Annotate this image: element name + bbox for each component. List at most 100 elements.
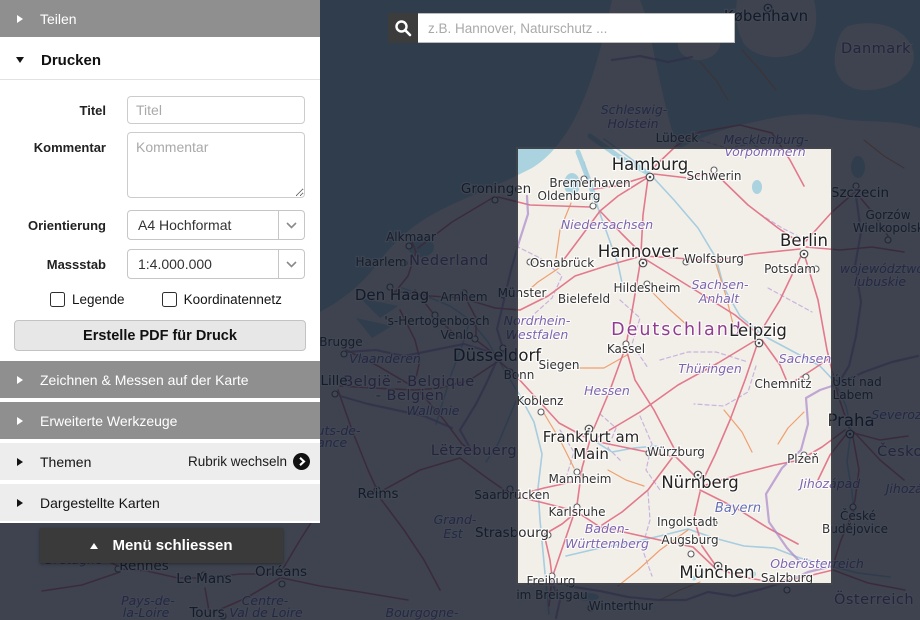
svg-text:Deutschland: Deutschland xyxy=(611,320,743,340)
svg-text:Karlsruhe: Karlsruhe xyxy=(548,505,605,519)
svg-text:Lübeck: Lübeck xyxy=(656,131,699,145)
svg-text:Potsdam: Potsdam xyxy=(764,262,816,276)
orientierung-select[interactable]: A4 Hochformat xyxy=(127,210,305,240)
sidebar-item-themen[interactable]: Themen Rubrik wechseln xyxy=(0,443,320,480)
svg-text:Est: Est xyxy=(443,526,463,541)
svg-text:Osnabrück: Osnabrück xyxy=(530,256,594,270)
svg-text:Kassel: Kassel xyxy=(607,342,645,356)
svg-text:im Breisgau: im Breisgau xyxy=(516,588,587,602)
svg-text:Le Mans: Le Mans xyxy=(176,571,231,587)
svg-text:Arnhem: Arnhem xyxy=(440,290,487,304)
chevron-down-icon xyxy=(278,211,304,239)
circle-arrow-right-icon xyxy=(293,453,310,470)
chevron-right-icon xyxy=(17,458,23,466)
menu-close-button[interactable]: Menü schliessen xyxy=(40,528,283,563)
create-pdf-button[interactable]: Erstelle PDF für Druck xyxy=(14,320,306,351)
svg-text:Severozápad: Severozápad xyxy=(871,407,920,422)
svg-text:- Belgien: - Belgien xyxy=(376,388,445,404)
legende-checkbox[interactable] xyxy=(50,292,65,307)
svg-text:Sachsen: Sachsen xyxy=(779,351,832,366)
svg-text:Bonn: Bonn xyxy=(504,368,535,382)
koordinatennetz-label: Koordinatennetz xyxy=(184,292,282,307)
svg-text:Venlo: Venlo xyxy=(441,328,474,342)
svg-text:Leipzig: Leipzig xyxy=(729,321,787,340)
search-button[interactable] xyxy=(388,13,418,43)
svg-text:Bielefeld: Bielefeld xyxy=(558,292,610,306)
svg-text:Tours: Tours xyxy=(188,605,224,620)
svg-text:Schleswig-: Schleswig- xyxy=(601,102,668,117)
search-input[interactable] xyxy=(418,13,735,43)
massstab-select[interactable]: 1:4.000.000 xyxy=(127,249,305,279)
drucken-label: Drucken xyxy=(41,52,101,69)
chevron-right-icon xyxy=(17,499,23,507)
svg-text:Hamburg: Hamburg xyxy=(612,155,689,174)
sidebar-panel: Teilen Drucken Titel Kommentar Orientier… xyxy=(0,0,320,523)
svg-text:Gorzów: Gorzów xyxy=(865,208,910,222)
svg-text:Siegen: Siegen xyxy=(539,358,580,372)
orientierung-value: A4 Hochformat xyxy=(128,217,278,233)
search-icon xyxy=(392,17,414,39)
svg-text:Orléans: Orléans xyxy=(255,564,307,580)
svg-text:Bourgogne-: Bourgogne- xyxy=(386,605,459,620)
svg-text:Holstein: Holstein xyxy=(607,116,658,131)
svg-text:lubuskie: lubuskie xyxy=(854,274,906,289)
svg-text:Nederland: Nederland xyxy=(409,253,489,269)
zeichnen-label: Zeichnen & Messen auf der Karte xyxy=(40,372,249,388)
chevron-right-icon xyxy=(17,417,23,425)
svg-text:Ingolstadt: Ingolstadt xyxy=(657,515,717,529)
svg-text:Frankfurt am: Frankfurt am xyxy=(543,428,640,446)
svg-text:Niedersachsen: Niedersachsen xyxy=(561,217,653,232)
svg-text:'s-Hertogenbosch: 's-Hertogenbosch xyxy=(384,314,489,328)
kommentar-textarea[interactable] xyxy=(127,132,305,198)
svg-text:København: København xyxy=(724,7,808,25)
chevron-right-icon xyxy=(17,376,23,384)
koordinatennetz-checkbox-group[interactable]: Koordinatennetz xyxy=(162,292,282,307)
svg-text:Schwerin: Schwerin xyxy=(687,169,742,183)
svg-text:Thüringen: Thüringen xyxy=(678,361,742,376)
titel-input[interactable] xyxy=(127,96,305,124)
print-form: Titel Kommentar Orientierung A4 Hochform… xyxy=(0,80,320,351)
svg-text:Oberösterreich: Oberösterreich xyxy=(770,556,864,571)
werkzeuge-label: Erweiterte Werkzeuge xyxy=(40,413,177,429)
svg-text:Bremerhaven: Bremerhaven xyxy=(549,176,630,190)
svg-text:Anhalt: Anhalt xyxy=(698,291,741,306)
legende-checkbox-group[interactable]: Legende xyxy=(50,292,125,307)
svg-text:Wallonie: Wallonie xyxy=(406,403,459,418)
svg-text:Vorpommern: Vorpommern xyxy=(724,144,805,159)
svg-text:Budějovice: Budějovice xyxy=(822,522,888,536)
massstab-label: Massstab xyxy=(14,257,127,272)
sidebar-item-zeichnen-messen[interactable]: Zeichnen & Messen auf der Karte xyxy=(0,361,320,398)
svg-text:Nordrhein-: Nordrhein- xyxy=(504,313,571,328)
kommentar-label: Kommentar xyxy=(14,132,127,155)
svg-text:Lille: Lille xyxy=(320,373,347,389)
svg-text:Danmark: Danmark xyxy=(841,41,911,57)
svg-text:Česko: Česko xyxy=(877,442,920,460)
svg-text:Main: Main xyxy=(573,445,609,463)
sidebar-item-drucken[interactable]: Drucken xyxy=(0,41,320,80)
sidebar-item-erweiterte-werkzeuge[interactable]: Erweiterte Werkzeuge xyxy=(0,402,320,439)
svg-text:Alkmaar: Alkmaar xyxy=(386,230,436,244)
svg-text:Freiburg: Freiburg xyxy=(527,574,576,588)
svg-text:Sachsen-: Sachsen- xyxy=(691,277,749,292)
teilen-label: Teilen xyxy=(40,11,77,27)
koordinatennetz-checkbox[interactable] xyxy=(162,292,177,307)
themen-label: Themen xyxy=(40,454,91,470)
svg-text:Hessen: Hessen xyxy=(584,383,630,398)
svg-text:Den Haag: Den Haag xyxy=(355,286,429,304)
svg-text:Strasbourg: Strasbourg xyxy=(475,525,549,541)
svg-text:Reims: Reims xyxy=(357,486,398,502)
svg-text:Jihozápad: Jihozápad xyxy=(883,481,920,496)
titel-label: Titel xyxy=(14,103,127,118)
svg-text:Grand-: Grand- xyxy=(434,512,477,527)
sidebar-item-teilen[interactable]: Teilen xyxy=(0,0,320,37)
massstab-value: 1:4.000.000 xyxy=(128,256,278,272)
sidebar-item-dargestellte-karten[interactable]: Dargestellte Karten xyxy=(0,484,320,521)
rubrik-wechseln-label: Rubrik wechseln xyxy=(188,454,287,469)
svg-text:Wielkopolski: Wielkopolski xyxy=(853,221,920,235)
svg-text:Brugge: Brugge xyxy=(319,335,362,349)
svg-text:la-Loire: la-Loire xyxy=(123,605,170,620)
orientierung-label: Orientierung xyxy=(14,218,127,233)
svg-text:Mannheim: Mannheim xyxy=(549,472,612,486)
rubrik-wechseln-link[interactable]: Rubrik wechseln xyxy=(188,453,320,470)
legende-label: Legende xyxy=(72,292,125,307)
